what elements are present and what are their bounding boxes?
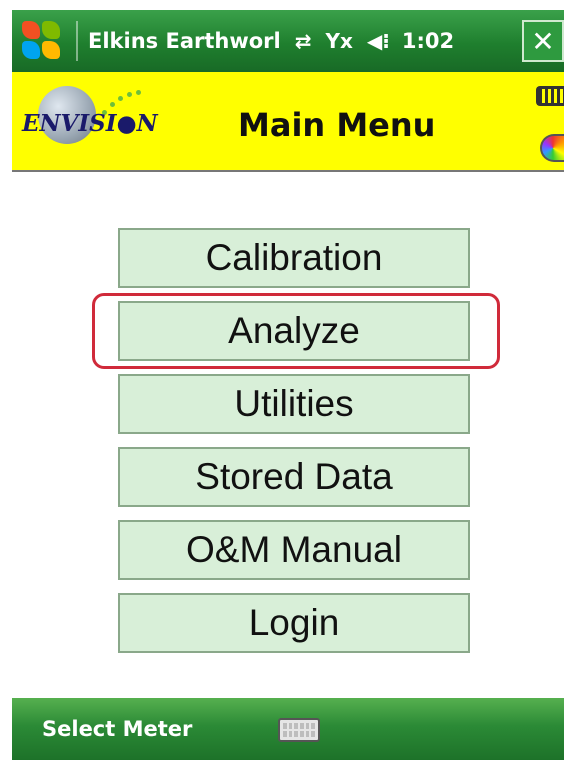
close-icon: ✕ (531, 24, 555, 58)
volume-icon[interactable]: ◀⁝ (367, 29, 390, 53)
title-separator (76, 21, 78, 61)
select-meter-softkey[interactable]: Select Meter (42, 717, 192, 741)
close-button[interactable]: ✕ (522, 20, 564, 62)
logo-text: ENVISI●N (22, 110, 158, 137)
om-manual-button[interactable]: O&M Manual (118, 520, 470, 580)
status-bar: Elkins Earthworl ⇄ Yx ◀⁝ 1:02 ✕ (12, 10, 564, 72)
signal-icon[interactable]: Yx (325, 29, 352, 53)
keyboard-icon[interactable] (278, 718, 320, 742)
sync-icon[interactable]: ⇄ (295, 29, 312, 53)
battery-icon (536, 86, 564, 106)
login-button[interactable]: Login (118, 593, 470, 653)
softkey-bar: Select Meter (12, 698, 564, 760)
color-wheel-icon[interactable] (540, 134, 564, 162)
app-title: Elkins Earthworl (88, 29, 281, 53)
main-menu: Calibration Analyze Utilities Stored Dat… (118, 228, 470, 666)
utilities-button[interactable]: Utilities (118, 374, 470, 434)
clock[interactable]: 1:02 (402, 29, 454, 53)
envision-logo: ENVISI●N (22, 82, 172, 162)
analyze-button[interactable]: Analyze (118, 301, 470, 361)
calibration-button[interactable]: Calibration (118, 228, 470, 288)
stored-data-button[interactable]: Stored Data (118, 447, 470, 507)
windows-start-icon[interactable] (20, 19, 64, 63)
app-header: ENVISI●N Main Menu (12, 72, 564, 172)
page-title: Main Menu (238, 106, 436, 144)
